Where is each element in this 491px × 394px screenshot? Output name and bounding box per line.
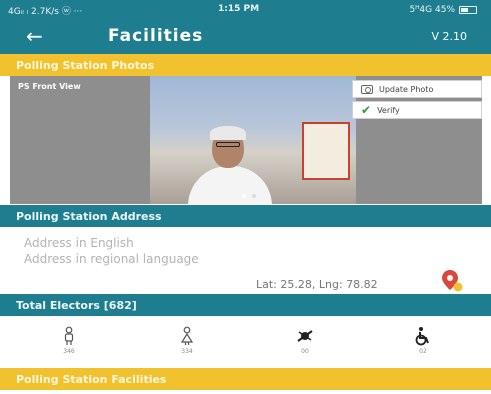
check-icon: ✔ [361,103,372,117]
address-fields: Address in English Address in regional l… [24,235,199,267]
elector-third-gender-count: 00 [301,347,309,355]
lat-lng-text: Lat: 25.28, Lng: 78.82 [256,278,378,291]
verify-label: Verify [377,105,400,115]
carousel-dot-active[interactable] [242,194,246,198]
photo-label: PS Front View [18,82,81,91]
elector-female: 334 [157,326,217,355]
elector-third-gender: 00 [275,326,335,355]
elector-pwd: 02 [393,326,453,355]
elector-female-count: 334 [181,347,193,355]
camera-icon [361,84,373,94]
update-photo-label: Update Photo [379,84,434,94]
male-icon [64,326,74,345]
status-right-text: 5ᴴ4G 45% [409,5,455,15]
polling-station-photo[interactable] [150,76,356,204]
status-time: 1:15 PM [218,4,260,14]
photo-person-body [188,166,272,204]
wheelchair-icon [415,326,429,345]
version-label: V 2.10 [431,30,467,43]
page-title: Facilities [108,26,204,46]
electors-row: 346 334 00 02 [10,318,482,362]
app-bar: ← Facilities V 2.10 [0,20,491,54]
photo-person-hair [210,126,246,140]
status-bar: 4Gᵢₗ ₗ 2.7K/s ⓦ ··· 1:15 PM 5ᴴ4G 45% [0,0,491,20]
status-right: 5ᴴ4G 45% [409,5,477,15]
photo-carousel[interactable]: PS Front View Update Photo ✔ Verify [10,76,482,204]
female-icon [180,326,194,345]
address-regional-field[interactable]: Address in regional language [24,251,199,267]
carousel-dot[interactable] [252,194,256,198]
elector-pwd-count: 02 [419,347,427,355]
electors-section-header: Total Electors [682] [0,294,491,316]
photo-banner-sign [302,122,350,180]
facilities-section-header: Polling Station Facilities [0,368,491,390]
map-pin-icon[interactable] [440,268,464,292]
photo-person-glasses [216,142,240,147]
photos-section-header: Polling Station Photos [0,54,491,76]
update-photo-button[interactable]: Update Photo [352,80,482,98]
third-gender-icon [297,329,313,342]
address-section-header: Polling Station Address [0,205,491,227]
elector-male: 346 [39,326,99,355]
back-arrow-icon[interactable]: ← [26,26,43,46]
battery-icon [459,6,477,14]
elector-male-count: 346 [63,347,75,355]
address-english-field[interactable]: Address in English [24,235,199,251]
status-left: 4Gᵢₗ ₗ 2.7K/s ⓦ ··· [8,6,83,17]
carousel-dots [242,194,256,198]
verify-button[interactable]: ✔ Verify [352,101,482,119]
